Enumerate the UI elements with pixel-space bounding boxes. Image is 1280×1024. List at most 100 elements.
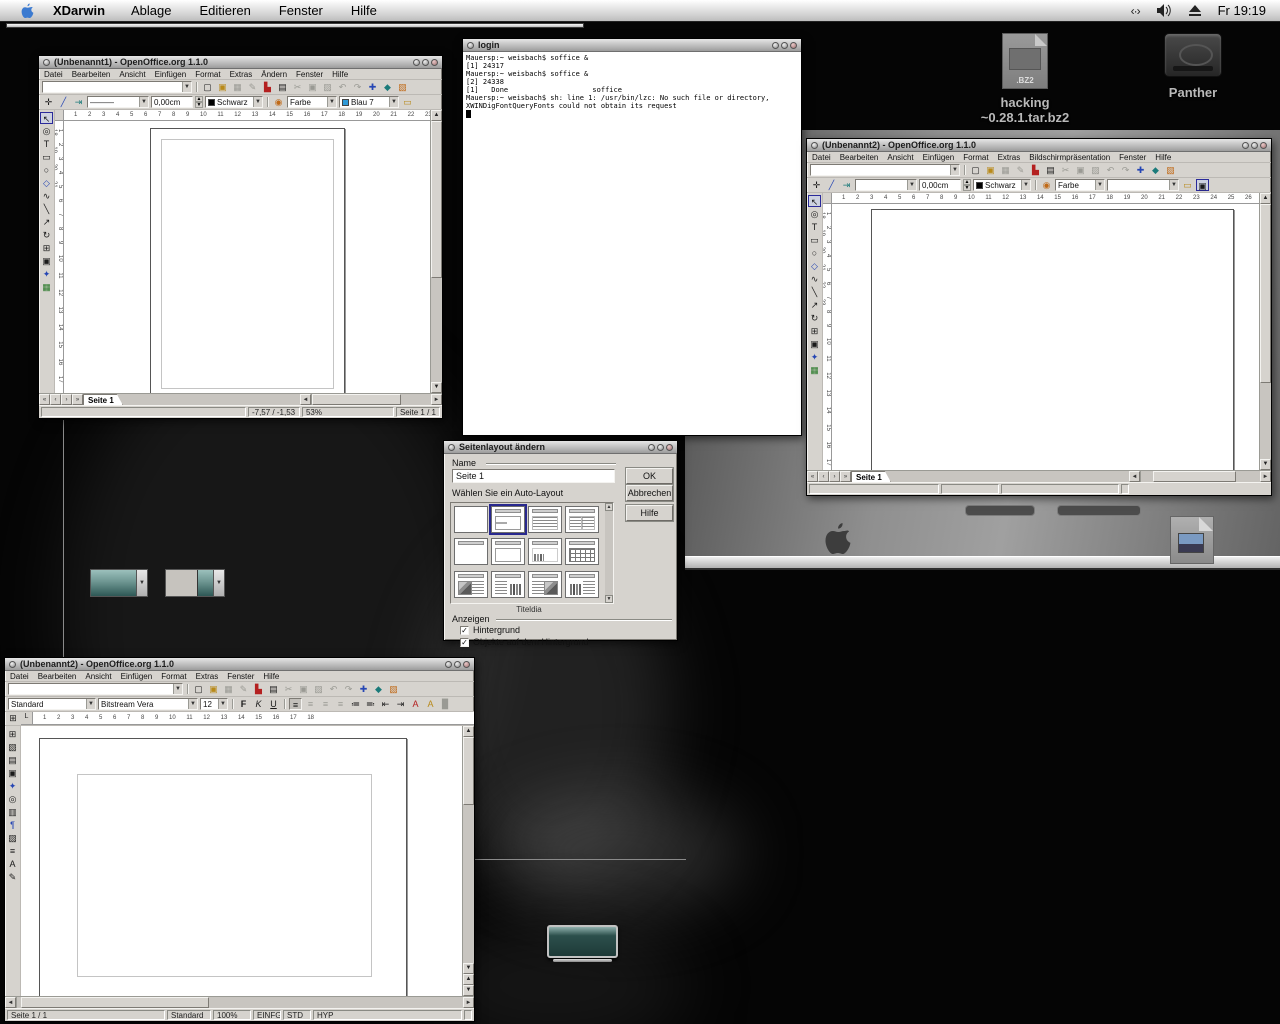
redo-icon[interactable]: ↷: [342, 683, 355, 695]
fill-bucket-icon[interactable]: ◉: [272, 96, 285, 108]
gallery-icon[interactable]: ▧: [396, 81, 409, 93]
window-menu-icon[interactable]: [467, 42, 474, 49]
menu-bar-clock[interactable]: Fr 19:19: [1218, 3, 1266, 18]
cut-icon[interactable]: ✂: [282, 683, 295, 695]
nonprinting-chars-tool[interactable]: ¶: [6, 819, 19, 831]
fill-color-combo[interactable]: Blau 7▼: [339, 96, 399, 108]
layout-title-table[interactable]: [565, 538, 599, 565]
edit-points-icon[interactable]: ✛: [42, 96, 55, 108]
minimized-widget[interactable]: [547, 925, 618, 958]
Bearbeiten[interactable]: Bearbeiten: [72, 70, 111, 79]
rectangle-tool[interactable]: ▭: [808, 234, 821, 246]
arrow-style-icon[interactable]: ⇥: [840, 179, 853, 191]
vertical-ruler[interactable]: 1 2 3 4 5 6 7 8 9 10 11 12 13 14 15 16 1…: [823, 204, 832, 470]
impress-vertical-scrollbar[interactable]: ▲ ▼: [1259, 193, 1271, 470]
export-pdf-icon[interactable]: ▙: [261, 81, 274, 93]
alignment-tool[interactable]: ⊞: [808, 325, 821, 337]
arrow-style-icon[interactable]: ⇥: [72, 96, 85, 108]
writer-canvas[interactable]: [21, 726, 462, 996]
select-tool[interactable]: ↖: [40, 112, 53, 124]
input-menu-icon[interactable]: ‹·›: [1131, 4, 1140, 18]
prev-page-icon[interactable]: ‹: [818, 471, 829, 482]
horizontal-scrollbar[interactable]: [311, 394, 431, 405]
insert-table-icon[interactable]: ⊞: [5, 712, 21, 724]
orphan-combo-widget[interactable]: ▼: [90, 569, 148, 597]
font-size-combo[interactable]: 12▼: [200, 698, 228, 710]
maximize-icon[interactable]: [781, 42, 788, 49]
Bearbeiten[interactable]: Bearbeiten: [38, 672, 77, 681]
layout-title-two-content[interactable]: [565, 506, 599, 533]
effects-tool[interactable]: ✦: [808, 351, 821, 363]
checkbox-hintergrund[interactable]: ✓: [460, 626, 469, 635]
url-combo[interactable]: ▼: [8, 683, 183, 695]
close-icon[interactable]: [431, 59, 438, 66]
prev-page-icon[interactable]: ▲: [463, 974, 474, 985]
cut-icon[interactable]: ✂: [291, 81, 304, 93]
Fenster[interactable]: Fenster: [296, 70, 323, 79]
object3d-tool[interactable]: ◇: [808, 260, 821, 272]
layout-blank[interactable]: [454, 506, 488, 533]
eject-icon[interactable]: [1188, 5, 1202, 17]
rotate-tool[interactable]: ↻: [40, 229, 53, 241]
next-page-icon[interactable]: ›: [829, 471, 840, 482]
draw-page[interactable]: [150, 128, 345, 393]
layout-chart-text[interactable]: [565, 571, 599, 598]
line-tool[interactable]: ╲: [808, 286, 821, 298]
background-color-icon[interactable]: ▉: [439, 698, 452, 710]
scroll-down-icon[interactable]: ▼: [431, 382, 442, 393]
undo-icon[interactable]: ↶: [327, 683, 340, 695]
save-icon[interactable]: ▦: [222, 683, 235, 695]
minimize-icon[interactable]: [772, 42, 779, 49]
new-doc-icon[interactable]: ▢: [192, 683, 205, 695]
Format[interactable]: Format: [161, 672, 186, 681]
numbered-list-icon[interactable]: ≔: [349, 698, 362, 710]
rectangle-tool[interactable]: ▭: [40, 151, 53, 163]
first-page-icon[interactable]: «: [39, 394, 50, 405]
open-icon[interactable]: ▣: [216, 81, 229, 93]
page-tab[interactable]: Seite 1: [83, 394, 123, 405]
impress-slide[interactable]: [871, 209, 1234, 470]
copy-icon[interactable]: ▣: [297, 683, 310, 695]
line-style-combo[interactable]: ▼: [855, 179, 917, 191]
maximize-icon[interactable]: [1251, 142, 1258, 149]
layout-title-bullets[interactable]: [528, 506, 562, 533]
horizontal-ruler[interactable]: 1 2 3 4 5 6 7 8 9 10 11 12 13 14 15 16 1…: [33, 712, 474, 725]
Hilfe[interactable]: Hilfe: [1155, 153, 1171, 162]
next-page-icon[interactable]: ›: [61, 394, 72, 405]
navigator-icon[interactable]: ✚: [366, 81, 379, 93]
arrange-tool[interactable]: ▣: [40, 255, 53, 267]
terminal-output[interactable]: Mauersp:~ weisbach$ soffice &[1] 24317Ma…: [463, 52, 801, 435]
checkbox-objekte[interactable]: ✓: [460, 638, 469, 647]
shadow-icon[interactable]: ▭: [401, 96, 414, 108]
scroll-right-icon[interactable]: ►: [1260, 471, 1271, 482]
gallery-icon[interactable]: ▧: [387, 683, 400, 695]
insert-fields-tool[interactable]: ▤: [6, 754, 19, 766]
desktop-icon-hacking-archive[interactable]: .BZ2 hacking ~0.28.1.tar.bz2: [960, 33, 1090, 125]
bold-icon[interactable]: F: [237, 698, 250, 710]
paste-icon[interactable]: ▨: [321, 81, 334, 93]
scroll-up-icon[interactable]: ▲: [463, 726, 474, 737]
page-tab[interactable]: Seite 1: [851, 471, 891, 482]
Einfügen[interactable]: Einfügen: [923, 153, 955, 162]
chevron-down-icon[interactable]: ▼: [950, 165, 959, 175]
edit-file-icon[interactable]: ✎: [246, 81, 259, 93]
align-left-icon[interactable]: ≡: [289, 698, 302, 710]
insert-tool[interactable]: ▦: [40, 281, 53, 293]
undo-icon[interactable]: ↶: [336, 81, 349, 93]
chevron-down-icon[interactable]: ▼: [182, 82, 191, 92]
Ansicht[interactable]: Ansicht: [119, 70, 145, 79]
export-pdf-icon[interactable]: ▙: [252, 683, 265, 695]
edit-file-icon[interactable]: ✎: [237, 683, 250, 695]
scroll-down-icon[interactable]: ▼: [463, 963, 474, 974]
zoom-tool[interactable]: ◎: [808, 208, 821, 220]
fill-style-combo[interactable]: Farbe▼: [1055, 179, 1105, 191]
help-button[interactable]: Hilfe: [626, 505, 673, 521]
stylist-icon[interactable]: ◆: [1149, 164, 1162, 176]
url-combo[interactable]: ▼: [810, 164, 960, 176]
window-menu-icon[interactable]: [811, 142, 818, 149]
cut-icon[interactable]: ✂: [1059, 164, 1072, 176]
align-right-icon[interactable]: ≡: [319, 698, 332, 710]
print-icon[interactable]: ▤: [1044, 164, 1057, 176]
writer-vertical-scrollbar[interactable]: ▲ ▼ ▲ ▼: [462, 726, 474, 996]
line-dialog-icon[interactable]: ╱: [57, 96, 70, 108]
